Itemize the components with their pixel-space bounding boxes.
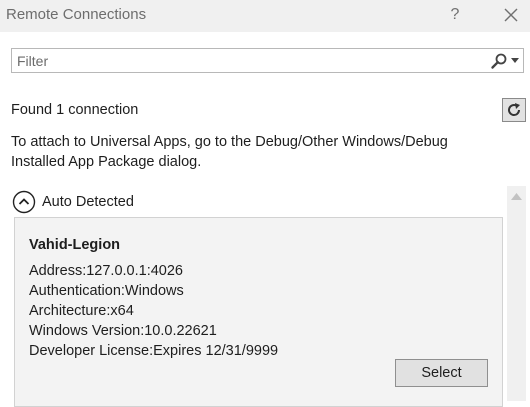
address-line: Address:127.0.0.1:4026 bbox=[29, 263, 183, 279]
refresh-button[interactable] bbox=[502, 98, 526, 122]
select-button[interactable]: Select bbox=[395, 359, 488, 387]
help-button[interactable]: ? bbox=[445, 4, 465, 26]
chevron-down-icon[interactable] bbox=[511, 58, 519, 64]
machine-name: Vahid-Legion bbox=[29, 237, 121, 253]
authentication-line: Authentication:Windows bbox=[29, 283, 184, 299]
windows-version-line: Windows Version:10.0.22621 bbox=[29, 323, 217, 339]
architecture-line: Architecture:x64 bbox=[29, 303, 134, 319]
attach-info-text: To attach to Universal Apps, go to the D… bbox=[11, 134, 448, 170]
close-button[interactable] bbox=[500, 4, 522, 26]
connection-card[interactable]: Vahid-Legion Address:127.0.0.1:4026 Auth… bbox=[14, 217, 503, 407]
scroll-up-arrow-icon[interactable] bbox=[511, 193, 522, 200]
refresh-icon bbox=[508, 103, 521, 116]
window-title: Remote Connections bbox=[6, 6, 147, 23]
connection-details: Address:127.0.0.1:4026 Authentication:Wi… bbox=[29, 261, 278, 361]
search-icon[interactable] bbox=[490, 52, 508, 70]
title-bar: Remote Connections ? bbox=[0, 0, 530, 32]
filter-box bbox=[11, 48, 524, 73]
developer-license-line: Developer License:Expires 12/31/9999 bbox=[29, 343, 279, 359]
group-label-auto-detected[interactable]: Auto Detected bbox=[42, 194, 134, 210]
filter-input[interactable] bbox=[12, 49, 487, 72]
vertical-scrollbar[interactable] bbox=[507, 186, 526, 401]
close-icon bbox=[504, 8, 518, 22]
connection-count-label: Found 1 connection bbox=[11, 102, 139, 118]
chevron-up-circle-icon[interactable] bbox=[12, 190, 36, 214]
